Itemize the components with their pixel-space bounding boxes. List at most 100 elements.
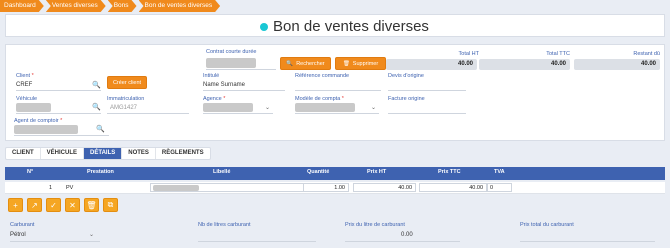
client-value[interactable]: CREF — [16, 82, 32, 88]
agence-label: Agence * — [203, 96, 226, 102]
ref-commande-field[interactable] — [295, 90, 381, 91]
vehicule-field[interactable] — [16, 103, 51, 112]
row-prix-ht-field[interactable]: 40.00 — [353, 183, 416, 192]
title-bar: Bon de ventes diverses — [5, 14, 665, 37]
open-row-button[interactable]: ↗ — [27, 198, 42, 212]
search-icon: 🔍 — [286, 60, 294, 67]
total-ht-label: Total HT — [458, 51, 479, 57]
modele-underline — [295, 113, 379, 114]
tab-reglements[interactable]: RÈGLEMENTS — [156, 148, 210, 159]
external-link-icon: ↗ — [31, 200, 38, 210]
immat-underline — [107, 113, 189, 114]
col-prix-ttc: Prix TTC — [438, 169, 461, 175]
breadcrumb-ventes-diverses[interactable]: Ventes diverses — [46, 0, 106, 12]
row-prestation[interactable]: PV — [66, 185, 73, 191]
delete-row-button[interactable]: 🗑 — [84, 198, 99, 212]
prix-litre-underline — [345, 241, 460, 242]
row-tva: 0 — [490, 185, 494, 191]
restant-value: 40.00 — [574, 59, 660, 70]
row-prix-ttc: 40.00 — [469, 185, 483, 191]
table-header: N° Prestation Libellé Quantité Prix HT P… — [5, 167, 665, 180]
breadcrumb: Dashboard Ventes diverses Bons Bon de ve… — [0, 0, 222, 12]
devis-label: Devis d'origine — [388, 73, 424, 79]
tab-details[interactable]: DÉTAILS — [84, 148, 123, 159]
agence-chevron-down-icon[interactable]: ⌄ — [265, 104, 270, 111]
row-actions: + ↗ ✓ ✕ 🗑 ⧉ — [8, 198, 118, 212]
cancel-row-button[interactable]: ✕ — [65, 198, 80, 212]
page-title: Bon de ventes diverses — [273, 18, 429, 35]
intitule-label: Intitulé — [203, 73, 220, 79]
total-ht-value: 40.00 — [386, 59, 477, 70]
vehicule-search-icon[interactable]: 🔍 — [92, 103, 101, 111]
tab-bar: CLIENT VÉHICULE DÉTAILS NOTES RÈGLEMENTS — [5, 147, 211, 160]
col-quantite: Quantité — [307, 169, 330, 175]
copy-row-button[interactable]: ⧉ — [103, 198, 118, 212]
prix-litre-value[interactable]: 0.00 — [401, 232, 413, 238]
supprimer-button[interactable]: 🗑 Supprimer — [335, 57, 386, 70]
carburant-underline — [10, 241, 100, 242]
immat-value: AMG1427 — [110, 105, 138, 111]
facture-field[interactable] — [388, 113, 466, 114]
tab-notes[interactable]: NOTES — [122, 148, 156, 159]
carburant-chevron-down-icon[interactable]: ⌄ — [89, 231, 94, 238]
tab-vehicule[interactable]: VÉHICULE — [41, 148, 85, 159]
row-prix-ttc-field[interactable]: 40.00 — [419, 183, 487, 192]
supprimer-label: Supprimer — [352, 60, 379, 67]
total-ttc-label: Total TTC — [546, 51, 570, 57]
col-n: N° — [27, 169, 34, 175]
rechercher-label: Rechercher — [296, 60, 325, 67]
nb-litres-label: Nb de litres carburant — [198, 222, 251, 228]
row-n: 1 — [49, 185, 53, 191]
prix-litre-label: Prix du litre de carburant — [345, 222, 405, 228]
row-quantite-field[interactable]: 1.00 — [303, 183, 349, 192]
total-ttc-value: 40.00 — [479, 59, 570, 70]
prix-total-field[interactable] — [520, 241, 655, 242]
vehicule-label: Véhicule — [16, 96, 38, 102]
plus-icon: + — [13, 200, 18, 210]
contrat-label: Contrat courte durée — [206, 49, 257, 55]
add-row-button[interactable]: + — [8, 198, 23, 212]
prix-total-label: Prix total du carburant — [520, 222, 574, 228]
row-prix-ht: 40.00 — [398, 185, 412, 191]
row-libelle-value — [153, 185, 199, 191]
intitule-underline — [203, 90, 285, 91]
client-search-icon[interactable]: 🔍 — [92, 81, 101, 89]
nb-litres-field[interactable] — [198, 241, 316, 242]
col-tva: TVA — [494, 169, 505, 175]
carburant-label: Carburant — [10, 222, 35, 228]
modele-chevron-down-icon[interactable]: ⌄ — [371, 104, 376, 111]
validate-row-button[interactable]: ✓ — [46, 198, 61, 212]
check-icon: ✓ — [50, 200, 57, 210]
agent-field[interactable] — [14, 125, 78, 134]
modele-select[interactable] — [295, 103, 355, 112]
carburant-section: Carburant Pétrol ⌄ Nb de litres carburan… — [5, 219, 665, 248]
creer-client-button[interactable]: Créer client — [107, 76, 147, 89]
contrat-field[interactable] — [206, 58, 256, 68]
status-dot-icon — [260, 23, 268, 31]
facture-label: Facture origine — [388, 96, 425, 102]
agent-label: Agent de comptoir * — [14, 118, 63, 124]
tab-client[interactable]: CLIENT — [6, 148, 41, 159]
agent-search-icon[interactable]: 🔍 — [96, 125, 105, 133]
agence-select[interactable] — [203, 103, 253, 112]
breadcrumb-bons[interactable]: Bons — [108, 0, 137, 12]
devis-field[interactable] — [388, 90, 466, 91]
rechercher-button[interactable]: 🔍 Rechercher — [280, 57, 331, 70]
modele-label: Modèle de compta * — [295, 96, 344, 102]
row-tva-field[interactable]: 0 — [487, 183, 512, 192]
immat-label: Immatriculation — [107, 96, 145, 102]
ref-commande-label: Référence commande — [295, 73, 350, 79]
row-quantite: 1.00 — [334, 185, 345, 191]
client-label: Client * — [16, 73, 34, 79]
breadcrumb-current: Bon de ventes diverses — [139, 0, 221, 12]
restant-label: Restant dû — [633, 51, 660, 57]
agence-underline — [203, 113, 273, 114]
breadcrumb-dashboard[interactable]: Dashboard — [0, 0, 44, 12]
carburant-value[interactable]: Pétrol — [10, 232, 26, 238]
form-card: Contrat courte durée 🔍 Rechercher 🗑 Supp… — [5, 44, 665, 141]
vehicule-underline — [16, 113, 101, 114]
intitule-value[interactable]: Name Surname — [203, 82, 245, 88]
close-icon: ✕ — [69, 200, 76, 210]
table-row[interactable]: 1 PV 1.00 40.00 40.00 0 — [5, 182, 665, 194]
col-libelle: Libellé — [213, 169, 231, 175]
